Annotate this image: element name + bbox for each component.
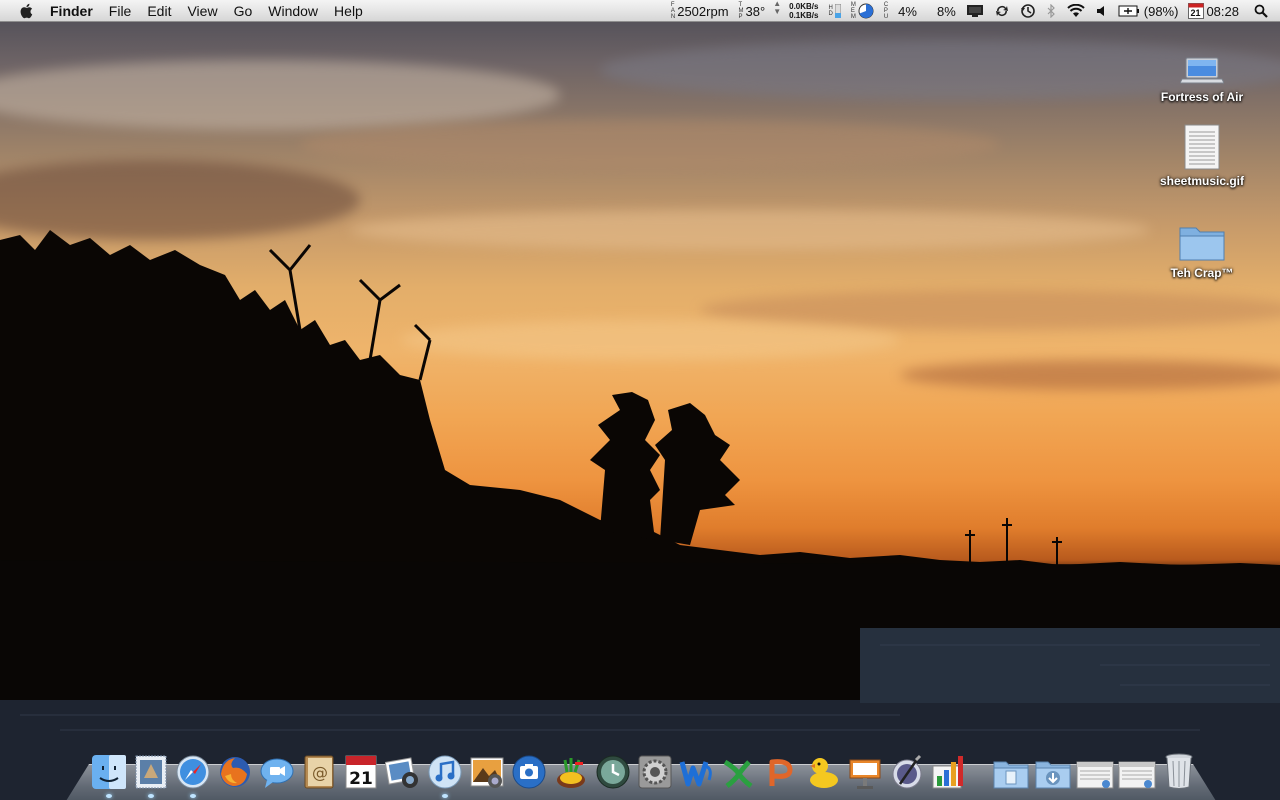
apple-menu-icon[interactable] bbox=[16, 0, 36, 22]
spotlight-icon[interactable] bbox=[1244, 0, 1280, 22]
net-arrows-icon: ▲ ▼ bbox=[773, 0, 782, 16]
numbers-icon[interactable] bbox=[930, 750, 968, 790]
running-indicator bbox=[106, 794, 112, 798]
document-icon bbox=[1178, 122, 1226, 170]
cpu-label-icon: CPU bbox=[883, 2, 889, 20]
desktop-icon-file[interactable]: sheetmusic.gif bbox=[1147, 122, 1257, 188]
sync-icon[interactable] bbox=[989, 0, 1015, 22]
disk-activity-icon[interactable]: HD bbox=[823, 0, 845, 22]
running-indicator bbox=[190, 794, 196, 798]
menu-bar: Finder File Edit View Go Window Help FAN… bbox=[0, 0, 1280, 22]
cyberduck-icon[interactable] bbox=[804, 750, 842, 790]
cpu-status[interactable]: CPU 4% 8% bbox=[879, 0, 961, 22]
fan-speed-value: 2502rpm bbox=[677, 3, 729, 19]
folder-icon bbox=[1178, 214, 1226, 262]
mail-icon[interactable] bbox=[132, 750, 170, 798]
menu-edit[interactable]: Edit bbox=[139, 0, 179, 22]
status-menus: FAN 2502rpm TMP 38° ▲ ▼ 0.0KB/s 0.1KB/s H… bbox=[666, 0, 1280, 22]
desktop-icon-label: sheetmusic.gif bbox=[1159, 174, 1245, 188]
battery-percentage: (98%) bbox=[1143, 3, 1179, 19]
cpu1-value: 4% bbox=[898, 3, 917, 19]
desktop-icon-label: Fortress of Air bbox=[1160, 90, 1244, 104]
itunes-icon[interactable] bbox=[426, 750, 464, 798]
fan-speed-status[interactable]: FAN 2502rpm bbox=[666, 0, 734, 22]
net-down-value: 0.1KB/s bbox=[789, 11, 819, 20]
net-up-value: 0.0KB/s bbox=[789, 2, 819, 11]
wifi-icon[interactable] bbox=[1061, 0, 1091, 22]
downloads-folder-icon[interactable] bbox=[1034, 750, 1072, 790]
dock: @ 21 bbox=[88, 744, 1200, 798]
menu-view[interactable]: View bbox=[179, 0, 225, 22]
battery-status[interactable]: (98%) bbox=[1113, 0, 1184, 22]
battery-icon bbox=[1118, 5, 1139, 17]
system-preferences-icon[interactable] bbox=[636, 750, 674, 790]
menu-file[interactable]: File bbox=[101, 0, 140, 22]
volume-icon[interactable] bbox=[1091, 0, 1113, 22]
menu-help[interactable]: Help bbox=[326, 0, 371, 22]
window-icon[interactable] bbox=[1118, 750, 1156, 790]
safari-icon[interactable] bbox=[174, 750, 212, 798]
svg-text:@: @ bbox=[312, 763, 328, 782]
menu-go[interactable]: Go bbox=[226, 0, 261, 22]
window-icon[interactable] bbox=[1076, 750, 1114, 790]
calendar-status[interactable]: 21 08:28 bbox=[1183, 0, 1244, 22]
clock[interactable]: 08:28 bbox=[1206, 4, 1239, 19]
network-speed-status[interactable]: 0.0KB/s 0.1KB/s bbox=[784, 0, 823, 22]
address-book-icon[interactable]: @ bbox=[300, 750, 338, 790]
temp-label-icon: TMP bbox=[738, 2, 744, 20]
fan-label-icon: FAN bbox=[670, 2, 676, 20]
app-name-menu[interactable]: Finder bbox=[42, 0, 101, 22]
desktop-icon-label: Teh Crap™ bbox=[1170, 266, 1234, 280]
iphoto-icon[interactable] bbox=[384, 750, 422, 790]
dock-separator bbox=[970, 750, 990, 790]
firefox-icon[interactable] bbox=[216, 750, 254, 790]
landscape-silhouette bbox=[0, 230, 1280, 800]
time-machine-status-icon[interactable] bbox=[1015, 0, 1041, 22]
laptop-icon bbox=[1178, 38, 1226, 86]
ichat-icon[interactable] bbox=[258, 750, 296, 790]
adium-icon[interactable] bbox=[552, 750, 590, 790]
cpu2-value: 8% bbox=[936, 3, 956, 19]
image-capture-icon[interactable] bbox=[510, 750, 548, 790]
desktop-icon-drive[interactable]: Fortress of Air bbox=[1147, 38, 1257, 104]
ical-icon[interactable]: 21 bbox=[342, 750, 380, 790]
documents-folder-icon[interactable] bbox=[992, 750, 1030, 790]
desktop-icon-folder[interactable]: Teh Crap™ bbox=[1147, 214, 1257, 280]
mem-label-icon: MEM bbox=[850, 2, 856, 20]
memory-status[interactable]: MEM bbox=[846, 0, 879, 22]
powerpoint-icon[interactable] bbox=[762, 750, 800, 790]
desktop[interactable]: Finder File Edit View Go Window Help FAN… bbox=[0, 0, 1280, 800]
bluetooth-icon[interactable] bbox=[1041, 0, 1061, 22]
trash-icon[interactable] bbox=[1160, 750, 1198, 790]
running-indicator bbox=[148, 794, 154, 798]
ical-date: 21 bbox=[349, 769, 373, 789]
running-indicator bbox=[442, 794, 448, 798]
excel-icon[interactable] bbox=[720, 750, 758, 790]
word-icon[interactable] bbox=[678, 750, 716, 790]
preview-icon[interactable] bbox=[468, 750, 506, 790]
keynote-icon[interactable] bbox=[846, 750, 884, 790]
memory-pie-icon bbox=[858, 3, 874, 19]
finder-icon[interactable] bbox=[90, 750, 128, 798]
temperature-status[interactable]: TMP 38° bbox=[734, 0, 771, 22]
menu-window[interactable]: Window bbox=[260, 0, 326, 22]
display-mirror-icon[interactable] bbox=[961, 0, 989, 22]
script-editor-icon[interactable] bbox=[888, 750, 926, 790]
time-machine-icon[interactable] bbox=[594, 750, 632, 790]
temperature-value: 38° bbox=[745, 3, 766, 19]
